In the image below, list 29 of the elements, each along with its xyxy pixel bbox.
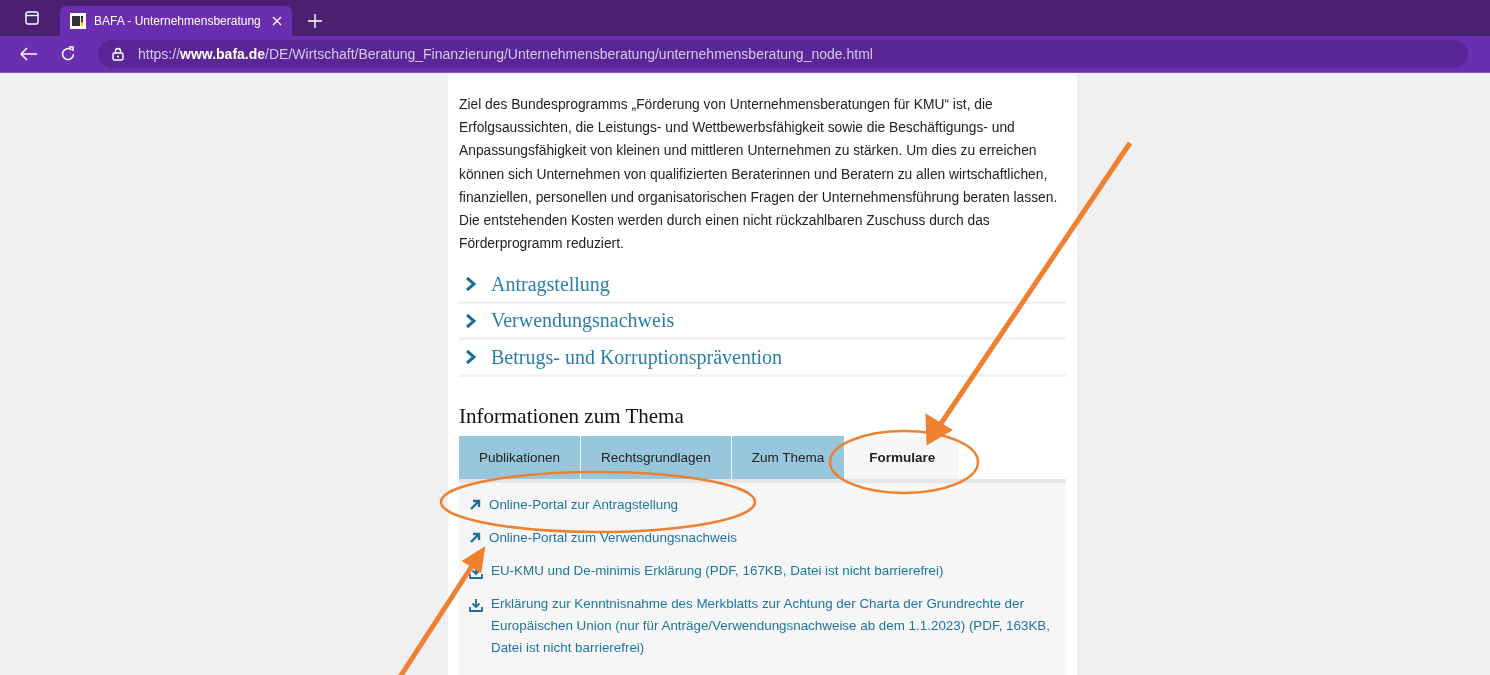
intro-paragraph: Ziel des Bundesprogramms „Förderung von Unternehmensberatungen für KMU“ ist, die Erfolgsaussichten, die Leistungs- und Wettbewerbsfähigkeit sowie die Beschäftigungs- und Anpassungsfähigkeit von kleinen und mittleren Unternehmen zu stärken. Um dies zu erreichen können sich Unternehmen von qualifizierten Beraterinnen und Beratern zu allen wirtschaftlichen, finanziellen, personellen und organisatorischen Fragen der Unternehmensführung beraten lassen. Die entstehenden Kosten werden durch einen nicht rückzahlbaren Zuschuss durch das Förderprogramm reduziert. [459,96,1059,254]
chevron-right-icon [465,276,477,293]
info-tab[interactable]: Formulare [845,435,961,479]
accordion-item[interactable]: Verwendungsnachweis [459,303,1066,341]
chevron-right-icon [465,312,477,329]
flag-icon [70,13,86,29]
reload-icon[interactable] [60,46,76,62]
section-heading: Informationen zum Thema [459,403,685,428]
form-link[interactable]: Online-Portal zur Antragstellung [489,493,679,516]
external-link-icon [469,531,481,544]
new-tab-icon[interactable] [308,14,322,28]
external-link-icon [469,498,481,511]
lock-icon [112,47,124,61]
tab-title: BAFA - Unternehmensberatung [94,14,262,28]
url-text: https://www.bafa.de/DE/Wirtschaft/Beratung_Finanzierung/Unternehmensberatung/unternehmensberatung_node.html [138,46,873,62]
download-icon [469,597,483,612]
info-tab[interactable]: Zum Thema [731,435,846,479]
close-icon[interactable] [272,16,282,26]
form-link[interactable]: Erklärung zur Kenntnisnahme des Merkblatts zur Achtung der Charta der Grundrechte der Europäischen Union (nur für Anträge/Verwendungsnachweise ab dem 1.1.2023) (PDF, 163KB, Datei ist nicht barrierefrei) [491,592,1056,659]
accordion-item[interactable]: Antragstellung [459,267,1066,304]
info-tab[interactable]: Rechtsgrundlagen [581,435,732,479]
form-link[interactable]: Online-Portal zum Verwendungsnachweis [489,526,737,549]
chevron-right-icon [465,349,477,366]
form-link[interactable]: EU-KMU und De-minimis Erklärung (PDF, 167KB, Datei ist nicht barrierefrei) [491,559,944,582]
info-tab[interactable]: Publikationen [459,435,582,479]
back-icon[interactable] [20,47,38,61]
accordion-item[interactable]: Betrugs- und Korruptionsprävention [459,340,1066,377]
browser-tab[interactable]: BAFA - Unternehmensberatung [60,6,292,36]
address-bar[interactable]: https://www.bafa.de/DE/Wirtschaft/Beratung_Finanzierung/Unternehmensberatung/unternehmensberatung_node.html [98,40,1468,68]
